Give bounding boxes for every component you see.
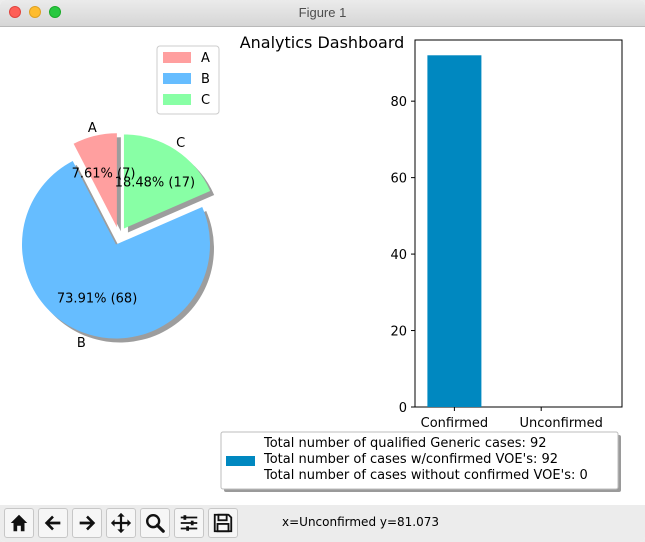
figure-window: Figure 1 Analytics Dashboard A 7.61% (7) B… [0,0,645,542]
figure-title: Analytics Dashboard [240,33,405,52]
x-tick-label-unconfirmed: Unconfirmed [520,416,603,431]
bar-legend-swatch [226,456,255,466]
y-tick-label: 20 [390,325,407,340]
forward-icon [79,515,96,531]
configure-subplots-button[interactable] [174,508,204,538]
save-button[interactable] [208,508,238,538]
configure-subplots-icon [180,515,198,531]
pie-legend-label-a: A [201,51,210,66]
bar-legend-line: Total number of cases without confirmed … [263,468,588,483]
pie-legend-swatch-c [163,94,191,105]
navigation-toolbar: x=Unconfirmed y=81.073 [0,505,645,542]
window-title: Figure 1 [298,5,347,20]
bar-chart: 0 20 40 60 80 Confirmed Unconfirmed [390,39,623,431]
bar-legend-line: Total number of cases w/confirmed VOE's:… [263,452,558,467]
bar-legend: Total number of qualified Generic cases:… [220,431,621,492]
zoom-button[interactable] [140,508,170,538]
figure-canvas[interactable]: Analytics Dashboard A 7.61% (7) B 73.91% (6… [0,27,645,505]
cursor-coordinates: x=Unconfirmed y=81.073 [282,515,440,529]
title-bar[interactable]: Figure 1 [0,0,645,27]
x-tick-label-confirmed: Confirmed [421,416,489,431]
y-tick-label: 60 [390,172,407,187]
pie-legend-swatch-a [163,52,191,63]
forward-button[interactable] [72,508,102,538]
save-icon [213,513,233,533]
pie-label-b: B [77,336,86,351]
figure-svg: Analytics Dashboard A7.61% (7)B73.91% (6… [21,33,623,492]
back-icon [44,515,61,531]
pie-chart: A7.61% (7)B73.91% (68)C18.48% (17) [21,121,215,351]
home-icon [10,514,28,532]
pie-legend: ABC [156,45,220,115]
pie-pct-label-b: 73.91% (68) [57,292,137,307]
y-tick-label: 80 [390,95,407,110]
y-tick-label: 40 [390,248,407,263]
bar-legend-line: Total number of qualified Generic cases:… [263,436,547,451]
y-tick-label: 0 [399,401,407,416]
back-button[interactable] [38,508,68,538]
pan-icon [110,512,132,534]
pie-legend-swatch-b [163,73,191,84]
pie-label-c: C [176,136,185,151]
pan-button[interactable] [106,508,136,538]
pie-pct-label-c: 18.48% (17) [115,175,195,190]
pie-label-a: A [88,121,97,136]
zoom-icon [146,514,165,533]
home-button[interactable] [4,508,34,538]
pie-legend-label-c: C [201,93,210,108]
pie-legend-label-b: B [201,72,210,87]
bar-confirmed [427,55,482,408]
